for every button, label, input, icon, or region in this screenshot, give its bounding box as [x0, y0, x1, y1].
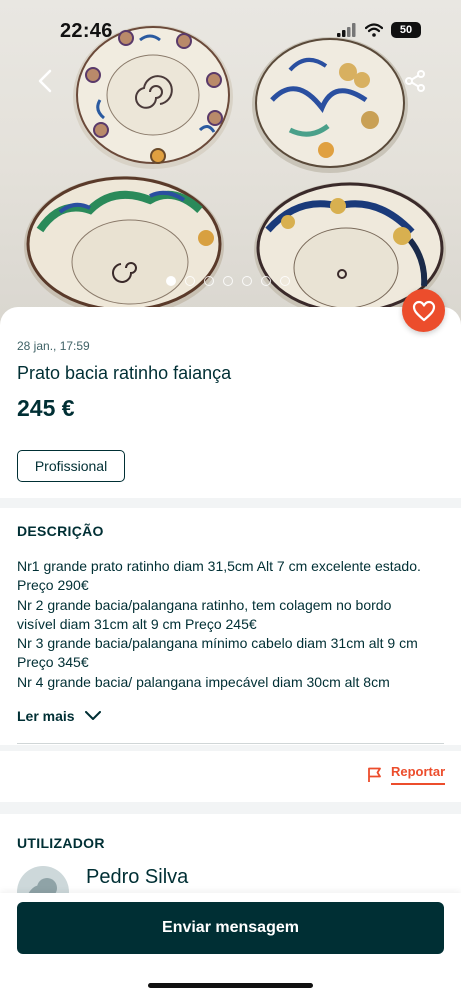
listing-title: Prato bacia ratinho faiança [17, 363, 232, 383]
gallery-dot[interactable] [242, 276, 252, 286]
bowl-3-image [24, 176, 224, 316]
gallery-dot[interactable] [204, 276, 214, 286]
section-separator [0, 498, 461, 508]
send-message-label: Enviar mensagem [162, 919, 299, 936]
share-button[interactable] [395, 61, 435, 101]
listing-date: 28 jan., 17:59 [17, 339, 90, 353]
cellular-signal-icon [337, 23, 356, 37]
back-button[interactable] [25, 61, 65, 101]
description-line: visível diam 31cm alt 9 cm Preço 245€ [17, 615, 257, 632]
gallery-dot[interactable] [280, 276, 290, 286]
seller-type-label: Profissional [34, 458, 108, 474]
description-line: Nr1 grande prato ratinho diam 31,5cm Alt… [17, 558, 421, 574]
listing-photo-gallery[interactable]: 22:46 50 [0, 0, 461, 330]
gallery-dot[interactable] [166, 276, 176, 286]
description-line: Nr 4 grande bacia/ palangana impecável d… [17, 673, 390, 690]
status-icons: 50 [337, 22, 421, 38]
user-heading: UTILIZADOR [17, 835, 105, 851]
description-divider [17, 743, 444, 744]
read-more-label: Ler mais [17, 708, 75, 724]
gallery-pagination[interactable] [166, 276, 290, 286]
gallery-dot[interactable] [185, 276, 195, 286]
read-more-button[interactable]: Ler mais [17, 708, 101, 724]
description-text: Nr1 grande prato ratinho diam 31,5cm Alt… [17, 557, 447, 692]
share-icon [405, 70, 425, 92]
section-separator [0, 802, 461, 814]
seller-type-badge: Profissional [17, 450, 125, 482]
battery-level: 50 [399, 24, 413, 36]
send-message-button[interactable]: Enviar mensagem [17, 902, 444, 954]
status-time: 22:46 [60, 20, 113, 42]
battery-indicator: 50 [391, 22, 421, 38]
heart-icon [412, 300, 435, 321]
description-line: Preço 345€ [17, 654, 89, 671]
favorite-button[interactable] [402, 289, 445, 332]
user-name[interactable]: Pedro Silva [86, 866, 188, 889]
report-label: Reportar [391, 764, 446, 785]
chevron-left-icon [38, 69, 52, 93]
gallery-dot[interactable] [223, 276, 233, 286]
wifi-icon [365, 23, 383, 37]
report-button[interactable]: Reportar [367, 764, 446, 785]
description-line: Preço 290€ [17, 577, 89, 594]
home-indicator [148, 983, 313, 988]
flag-icon [368, 767, 381, 782]
status-bar: 22:46 50 [0, 0, 461, 58]
chevron-down-icon [84, 711, 101, 720]
description-heading: DESCRIÇÃO [17, 523, 104, 539]
description-line: Nr 3 grande bacia/palangana mínimo cabel… [17, 635, 418, 652]
gallery-dot[interactable] [261, 276, 271, 286]
section-separator [0, 745, 461, 751]
description-line: Nr 2 grande bacia/palangana ratinho, tem… [17, 596, 392, 613]
listing-price: 245 € [17, 395, 75, 421]
